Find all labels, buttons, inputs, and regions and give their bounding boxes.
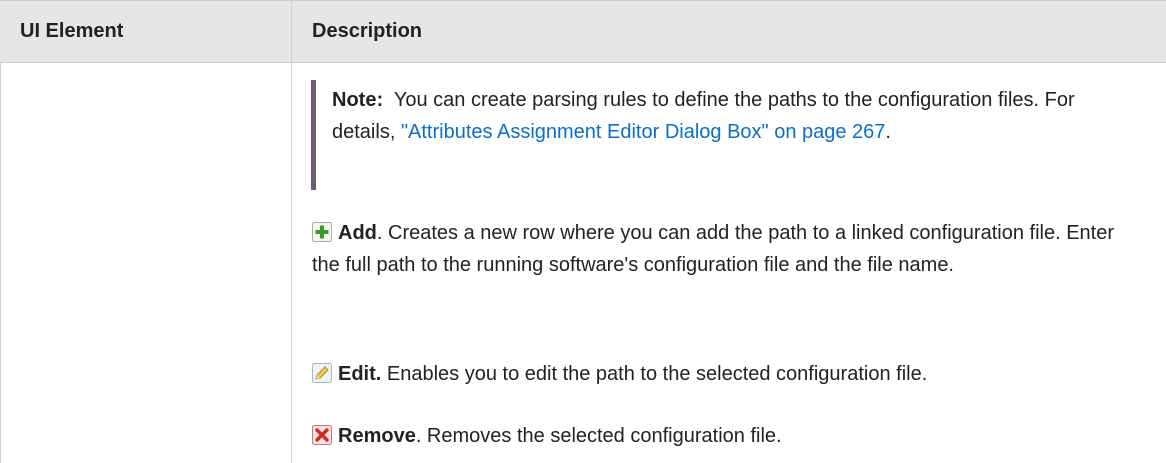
note-text: Note: You can create parsing rules to de… (332, 84, 1132, 148)
remove-item: Remove. Removes the selected configurati… (312, 420, 1142, 452)
table-left-border (0, 63, 1, 463)
header-description: Description (312, 20, 423, 42)
header-ui-element: UI Element (20, 20, 124, 42)
note-bar (311, 80, 316, 190)
remove-label: Remove (338, 425, 416, 447)
ui-element-table: UI Element Description Note: You can cre… (0, 0, 1166, 463)
note-label: Note: (332, 89, 384, 111)
edit-description: Enables you to edit the path to the sele… (381, 363, 928, 385)
column-divider (291, 0, 292, 63)
edit-label: Edit. (338, 363, 382, 385)
remove-icon (312, 423, 332, 445)
edit-item: Edit. Enables you to edit the path to th… (312, 358, 1142, 390)
table-header-row: UI Element Description (0, 0, 1166, 63)
edit-icon (312, 361, 332, 383)
column-divider (291, 63, 292, 463)
note-end: . (885, 121, 891, 143)
add-description: . Creates a new row where you can add th… (312, 222, 1114, 276)
add-label: Add (338, 222, 377, 244)
remove-description: . Removes the selected configuration fil… (415, 425, 782, 447)
attributes-assignment-link[interactable]: "Attributes Assignment Editor Dialog Box… (401, 121, 885, 143)
add-icon (312, 220, 332, 242)
add-item: Add. Creates a new row where you can add… (312, 217, 1142, 281)
